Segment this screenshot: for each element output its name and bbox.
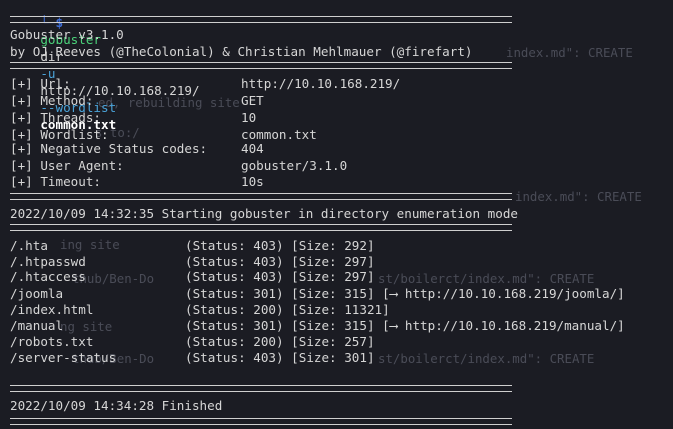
divider bbox=[10, 224, 512, 231]
config-row: [+] Negative Status codes: 404 bbox=[10, 140, 264, 157]
result-path: /joomla bbox=[10, 286, 64, 301]
divider bbox=[10, 16, 512, 23]
config-value: 10s bbox=[241, 174, 264, 189]
ghost-text: index.md": CREATE bbox=[506, 45, 633, 60]
config-row: [+] Url: http://10.10.168.219/ bbox=[10, 75, 400, 92]
ghost-text: st/boilerct/index.md": CREATE bbox=[378, 351, 595, 366]
config-value: 10 bbox=[241, 110, 257, 125]
result-row: /server-status (Status: 403) [Size: 301] bbox=[10, 349, 375, 366]
divider bbox=[10, 62, 512, 69]
config-key: [+] Url: bbox=[10, 76, 71, 91]
result-row: /joomla (Status: 301) [Size: 315] [⟶ http… bbox=[10, 285, 625, 302]
config-key: [+] Timeout: bbox=[10, 174, 101, 189]
result-path: /manual bbox=[10, 318, 64, 333]
banner-version: Gobuster v3.1.0 bbox=[10, 27, 124, 42]
result-row: /.htaccess (Status: 403) [Size: 297] bbox=[10, 268, 375, 285]
result-path: /server-status bbox=[10, 350, 117, 365]
result-info: (Status: 301) [Size: 315] [⟶ http://10.1… bbox=[185, 318, 625, 333]
divider bbox=[10, 385, 512, 392]
result-info: (Status: 200) [Size: 257] bbox=[185, 334, 375, 349]
config-value: 404 bbox=[241, 141, 264, 156]
result-info: (Status: 403) [Size: 297] bbox=[185, 254, 375, 269]
result-row: /index.html (Status: 200) [Size: 11321] bbox=[10, 301, 390, 318]
start-message: 2022/10/09 14:32:35 Starting gobuster in… bbox=[10, 206, 518, 221]
divider bbox=[10, 418, 512, 425]
result-info: (Status: 403) [Size: 292] bbox=[185, 238, 375, 253]
finish-message: 2022/10/09 14:34:28 Finished bbox=[10, 398, 223, 413]
config-value: http://10.10.168.219/ bbox=[241, 76, 401, 91]
config-value: GET bbox=[241, 93, 264, 108]
config-key: [+] Method: bbox=[10, 93, 94, 108]
result-info: (Status: 403) [Size: 297] bbox=[185, 269, 375, 284]
config-key: [+] Negative Status codes: bbox=[10, 141, 208, 156]
config-row: [+] Method: GET bbox=[10, 92, 264, 109]
banner-authors: by OJ Reeves (@TheColonial) & Christian … bbox=[10, 44, 473, 59]
result-path: /index.html bbox=[10, 302, 94, 317]
ghost-text: index.md": CREATE bbox=[515, 189, 642, 204]
result-row: /manual (Status: 301) [Size: 315] [⟶ http… bbox=[10, 317, 625, 334]
result-path: /robots.txt bbox=[10, 334, 94, 349]
result-path: /.hta bbox=[10, 238, 48, 253]
terminal-window[interactable]: index.md": CREATE ed, rebuilding site s … bbox=[0, 0, 673, 429]
result-row: /.hta (Status: 403) [Size: 292] bbox=[10, 237, 375, 254]
result-row: /robots.txt (Status: 200) [Size: 257] bbox=[10, 333, 375, 350]
command-line: └─$ gobuster dir -u http://10.10.168.219… bbox=[10, 0, 199, 132]
config-row: [+] Threads: 10 bbox=[10, 109, 256, 126]
config-row: [+] User Agent: gobuster/3.1.0 bbox=[10, 157, 347, 174]
config-key: [+] Threads: bbox=[10, 110, 101, 125]
result-info: (Status: 200) [Size: 11321] bbox=[185, 302, 390, 317]
config-value: gobuster/3.1.0 bbox=[241, 158, 348, 173]
divider bbox=[10, 193, 512, 200]
result-path: /.htaccess bbox=[10, 269, 86, 284]
config-row: [+] Timeout: 10s bbox=[10, 173, 264, 190]
config-key: [+] User Agent: bbox=[10, 158, 124, 173]
result-info: (Status: 403) [Size: 301] bbox=[185, 350, 375, 365]
result-info: (Status: 301) [Size: 315] [⟶ http://10.1… bbox=[185, 286, 625, 301]
